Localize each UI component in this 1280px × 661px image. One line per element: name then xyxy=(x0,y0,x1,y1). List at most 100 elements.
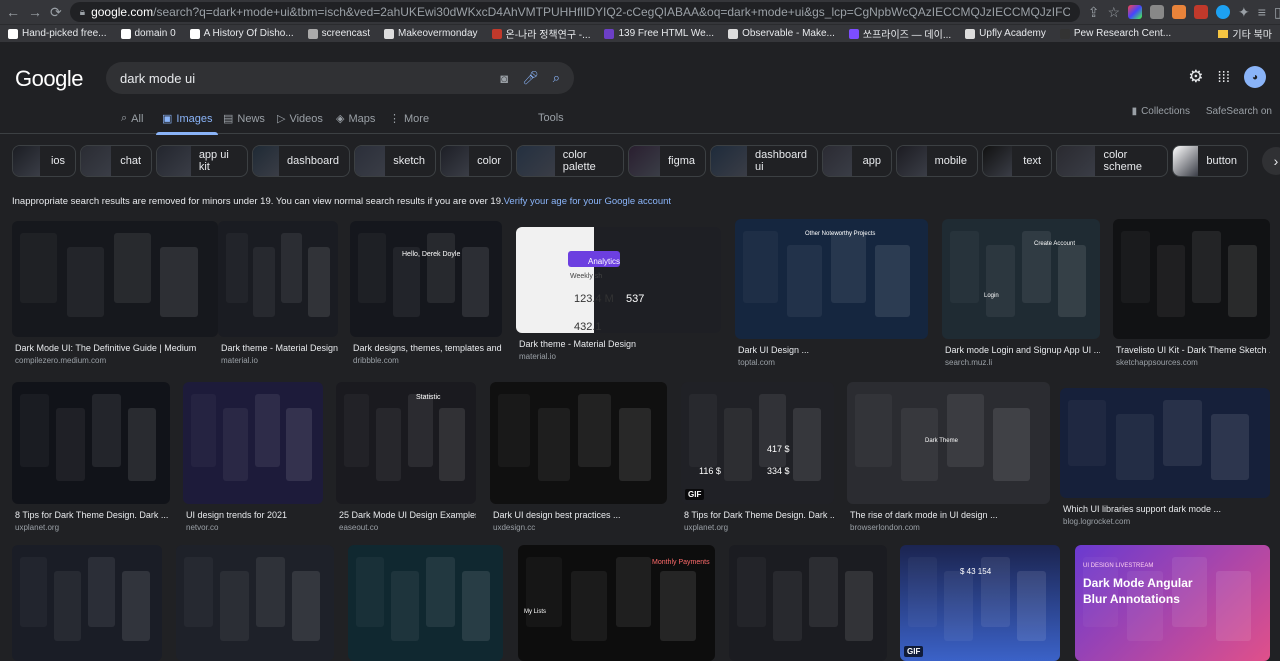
result-caption[interactable]: Which UI libraries support dark mode ... xyxy=(1060,504,1270,514)
tools-button[interactable]: Tools xyxy=(538,112,564,124)
image-result[interactable]: Dark theme - Material Design material.io xyxy=(218,221,338,365)
search-icon[interactable]: ⌕ xyxy=(553,70,560,86)
bookmark-item[interactable]: Pew Research Cent... xyxy=(1059,28,1171,39)
image-result[interactable]: Monthly Payments My Lists xyxy=(518,545,715,661)
tab-videos[interactable]: ▷ Videos xyxy=(277,112,323,126)
result-thumbnail[interactable] xyxy=(348,545,503,661)
tab-maps[interactable]: ◈ Maps xyxy=(336,112,375,126)
chevron-right-icon[interactable]: › xyxy=(1262,147,1280,175)
bookmark-item[interactable]: 쏘프라이즈 — 데이... xyxy=(848,26,951,41)
chip-dashboard-ui[interactable]: dashboard ui xyxy=(710,145,818,177)
extension-icon-3[interactable] xyxy=(1172,5,1187,19)
result-thumbnail[interactable]: Dark Theme xyxy=(847,382,1050,504)
chip-sketch[interactable]: sketch xyxy=(354,145,436,177)
search-box[interactable]: dark mode ui ◙ 🎤︎ ⌕ xyxy=(106,62,574,94)
address-bar[interactable]: 🔒︎ google.com/search?q=dark+mode+ui&tbm=… xyxy=(69,2,1080,22)
image-result[interactable]: 116 $ 417 $ 334 $ GIF 8 Tips for Dark Theme … xyxy=(681,382,834,532)
image-result[interactable]: Create Account Login Dark mode Login and S… xyxy=(942,219,1100,367)
image-result[interactable]: $ 43 154 GIF xyxy=(900,545,1060,661)
tab-more[interactable]: ⋮ More xyxy=(389,112,429,126)
result-thumbnail[interactable] xyxy=(218,221,338,337)
extension-icon-4[interactable] xyxy=(1194,5,1209,19)
chip-text[interactable]: text xyxy=(982,145,1052,177)
result-thumbnail[interactable]: Hello, Derek Doyle xyxy=(350,221,502,337)
bookmark-item[interactable]: domain 0 xyxy=(120,28,176,39)
bookmark-star-icon[interactable]: ☆ xyxy=(1107,4,1120,21)
google-logo[interactable]: Google xyxy=(15,66,83,92)
extension-icon-5[interactable] xyxy=(1216,5,1231,19)
collections-button[interactable]: ▮ Collections xyxy=(1132,106,1190,117)
result-thumbnail[interactable] xyxy=(12,545,162,661)
share-icon[interactable]: ⇪ xyxy=(1088,4,1100,21)
search-input[interactable]: dark mode ui xyxy=(120,71,195,86)
result-caption[interactable]: Dark UI design best practices ... xyxy=(490,510,667,520)
chip-figma[interactable]: figma xyxy=(628,145,706,177)
image-result[interactable] xyxy=(12,545,162,661)
result-thumbnail[interactable] xyxy=(490,382,667,504)
image-result[interactable]: UI design trends for 2021 netvor.co xyxy=(183,382,323,532)
chip-mobile[interactable]: mobile xyxy=(896,145,978,177)
tab-all[interactable]: ⌕ All xyxy=(121,112,143,125)
result-thumbnail[interactable]: Statistic xyxy=(336,382,476,504)
bookmark-item[interactable]: Hand-picked free... xyxy=(8,28,107,39)
reload-icon[interactable]: ⟳ xyxy=(50,4,62,21)
result-caption[interactable]: 25 Dark Mode UI Design Examples ... xyxy=(336,510,476,520)
result-thumbnail[interactable] xyxy=(176,545,334,661)
result-thumbnail[interactable] xyxy=(12,382,170,504)
extension-icon-2[interactable] xyxy=(1150,5,1165,19)
other-bookmarks[interactable]: 기타 북마 xyxy=(1218,26,1272,41)
forward-icon[interactable]: → xyxy=(28,4,42,20)
verify-age-link[interactable]: Verify your age for your Google account xyxy=(504,196,671,207)
result-caption[interactable]: Dark UI Design ... xyxy=(735,345,928,355)
media-icon[interactable]: ≡ xyxy=(1258,4,1266,20)
result-thumbnail[interactable] xyxy=(12,221,218,337)
chip-color[interactable]: color xyxy=(440,145,512,177)
chip-color-palette[interactable]: color palette xyxy=(516,145,624,177)
result-caption[interactable]: Dark mode Login and Signup App UI ... xyxy=(942,345,1100,355)
avatar[interactable]: ◕ xyxy=(1244,66,1266,88)
chip-dashboard[interactable]: dashboard xyxy=(252,145,350,177)
result-thumbnail[interactable] xyxy=(183,382,323,504)
microphone-icon[interactable]: 🎤︎ xyxy=(522,70,539,86)
bookmark-item[interactable]: Upfly Academy xyxy=(965,28,1046,39)
chip-ios[interactable]: ios xyxy=(12,145,76,177)
extensions-puzzle-icon[interactable]: ✦ xyxy=(1238,4,1250,21)
image-result[interactable]: 8 Tips for Dark Theme Design. Dark ... ux… xyxy=(12,382,170,532)
tab-images[interactable]: ▣ Images xyxy=(155,112,220,135)
chip-app[interactable]: app xyxy=(822,145,892,177)
bookmark-item[interactable]: A History Of Disho... xyxy=(189,28,294,39)
image-result[interactable]: Analytics Weekly sh 123.4 M 537 432.1 Dark th… xyxy=(516,227,721,361)
result-thumbnail[interactable]: 116 $ 417 $ 334 $ GIF xyxy=(681,382,834,504)
chip-color-scheme[interactable]: color scheme xyxy=(1056,145,1168,177)
image-result[interactable] xyxy=(729,545,887,661)
bookmark-item[interactable]: 온-나라 정책연구 -... xyxy=(491,26,590,41)
result-caption[interactable]: Dark theme - Material Design xyxy=(218,343,338,353)
image-result[interactable]: Dark Theme The rise of dark mode in UI de… xyxy=(847,382,1050,532)
result-thumbnail[interactable] xyxy=(1113,219,1270,339)
result-caption[interactable]: Dark Mode UI: The Definitive Guide | Med… xyxy=(12,343,218,353)
result-thumbnail[interactable] xyxy=(1060,388,1270,498)
image-result[interactable]: Other Noteworthy Projects Dark UI Design … xyxy=(735,219,928,367)
tab-news[interactable]: ▤ News xyxy=(223,112,265,126)
chip-chat[interactable]: chat xyxy=(80,145,152,177)
result-thumbnail[interactable]: Other Noteworthy Projects xyxy=(735,219,928,339)
result-caption[interactable]: Dark designs, themes, templates and ... xyxy=(350,343,502,353)
sidepanel-icon[interactable]: ▯ xyxy=(1274,4,1280,21)
result-thumbnail[interactable]: $ 43 154 GIF xyxy=(900,545,1060,661)
image-result[interactable]: Hello, Derek Doyle Dark designs, themes, … xyxy=(350,221,502,365)
chip-app-ui-kit[interactable]: app ui kit xyxy=(156,145,248,177)
image-result[interactable]: Dark UI design best practices ... uxdesig… xyxy=(490,382,667,532)
bookmark-item[interactable]: Makeovermonday xyxy=(384,28,478,39)
result-caption[interactable]: UI design trends for 2021 xyxy=(183,510,323,520)
image-result[interactable] xyxy=(348,545,503,661)
result-thumbnail[interactable]: Create Account Login xyxy=(942,219,1100,339)
extension-icon-1[interactable] xyxy=(1128,5,1143,19)
result-caption[interactable]: 8 Tips for Dark Theme Design. Dark ... xyxy=(12,510,170,520)
image-result[interactable]: UI DESIGN LIVESTREAM Dark Mode Angular Bl… xyxy=(1075,545,1270,661)
result-thumbnail[interactable] xyxy=(729,545,887,661)
settings-gear-icon[interactable]: ⚙ xyxy=(1188,67,1203,87)
result-caption[interactable]: Travelisto UI Kit - Dark Theme Sketch ..… xyxy=(1113,345,1270,355)
result-thumbnail[interactable]: UI DESIGN LIVESTREAM Dark Mode Angular Bl… xyxy=(1075,545,1270,661)
safesearch-toggle[interactable]: SafeSearch on xyxy=(1206,106,1272,117)
result-thumbnail[interactable]: Monthly Payments My Lists xyxy=(518,545,715,661)
